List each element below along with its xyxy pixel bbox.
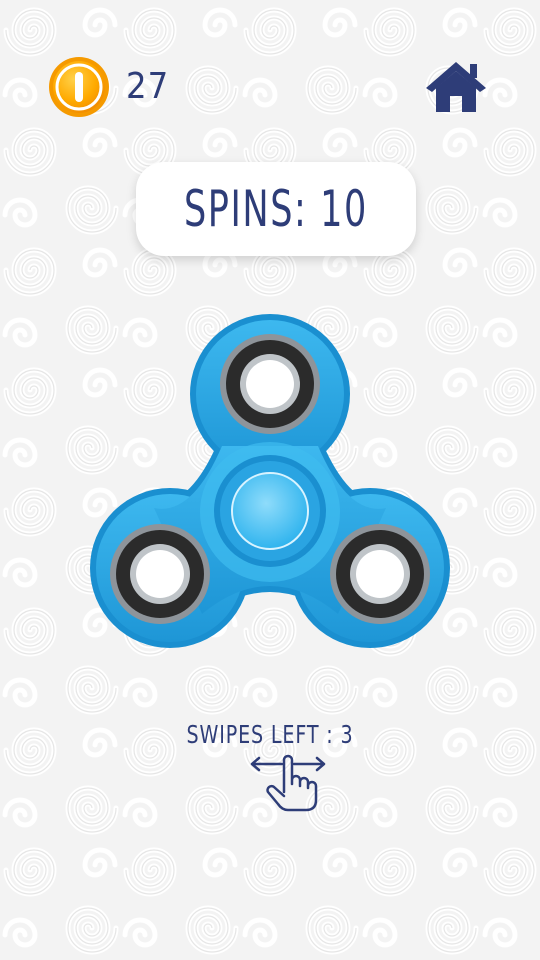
fidget-spinner[interactable] <box>88 312 452 650</box>
spins-panel: SPINS: 10 <box>136 162 416 256</box>
spins-counter: SPINS: 10 <box>184 180 368 238</box>
coin-count: 27 <box>126 66 170 107</box>
home-icon <box>426 62 486 112</box>
swipe-hand-icon <box>248 752 328 814</box>
bearing-right <box>330 524 430 624</box>
swipes-left-label: SWIPES LEFT : 3 <box>186 720 354 749</box>
home-button[interactable] <box>424 58 488 114</box>
bearing-left <box>110 524 210 624</box>
center-cap <box>214 455 326 567</box>
bearing-top <box>220 334 320 434</box>
coin-icon <box>48 56 110 118</box>
